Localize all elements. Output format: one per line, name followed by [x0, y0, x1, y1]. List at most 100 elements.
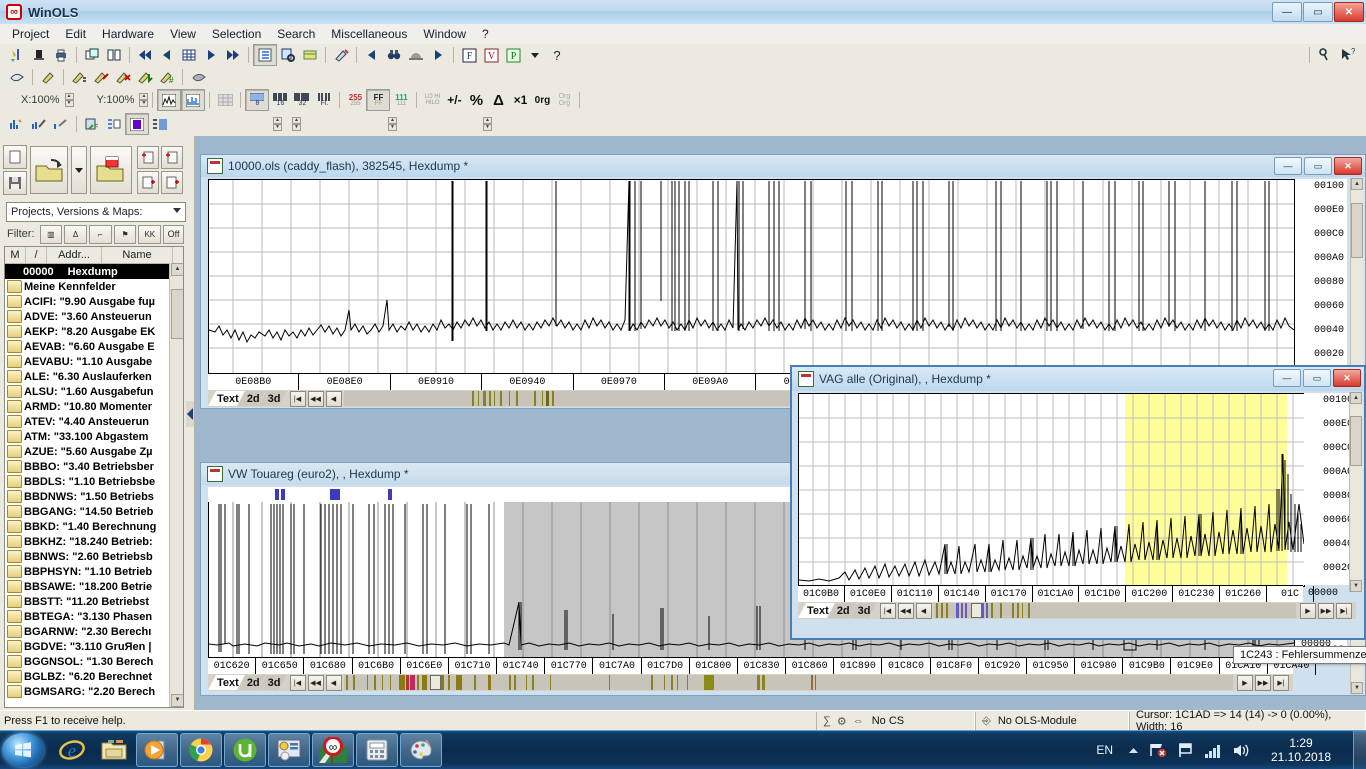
filter-kk-button[interactable]: KK	[138, 224, 162, 244]
import-project-icon[interactable]	[90, 146, 132, 194]
scroll-down-arrow[interactable]: ▼	[1351, 682, 1363, 694]
nav-pageback-button[interactable]: ◀◀	[897, 602, 914, 619]
taskbar-media-player-icon[interactable]	[136, 733, 178, 767]
hexdump-plot-vag-alle[interactable]	[798, 393, 1305, 587]
nav-pageforward-button[interactable]: ▶▶	[1255, 674, 1271, 691]
marker-delete-icon[interactable]	[112, 67, 134, 87]
maximize-button[interactable]: ▭	[1303, 2, 1333, 22]
filter-delta-button[interactable]: Δ	[64, 224, 87, 244]
scroll-thumb[interactable]	[429, 675, 441, 690]
tree-row[interactable]: ARMD: "10.80 Momenter	[5, 399, 183, 414]
scroll-down-arrow[interactable]: ▼	[1350, 580, 1362, 592]
scroll-thumb[interactable]	[1350, 416, 1362, 466]
nav-pageforward-button[interactable]: ▶▶	[1318, 602, 1334, 619]
taskbar-paint-icon[interactable]	[400, 733, 442, 767]
tree-row[interactable]: BBTEGA: "3.130 Phasen	[5, 609, 183, 624]
nav-pageback-button[interactable]: ◀◀	[307, 674, 324, 691]
stepper-d[interactable]: ▲ ▼	[483, 117, 492, 131]
tree-row[interactable]: BBDLS: "1.10 Betriebsbe	[5, 474, 183, 489]
horizontal-scroll-track[interactable]	[933, 603, 1296, 618]
hat-icon[interactable]	[405, 45, 427, 65]
horizontal-scroll-track[interactable]	[343, 675, 1233, 690]
menu-item-miscellaneous[interactable]: Miscellaneous	[323, 25, 415, 43]
lohi-icon[interactable]: LO HI HILO	[421, 90, 443, 110]
checksum-pen-icon[interactable]	[330, 45, 352, 65]
save-file-icon[interactable]	[3, 171, 27, 195]
tree-col-name[interactable]: Name	[102, 247, 173, 263]
tree-row[interactable]: AEVAB: "6.60 Ausgabe E	[5, 339, 183, 354]
add-version-icon[interactable]	[137, 146, 159, 169]
chart-icon[interactable]	[6, 114, 28, 134]
dec255-icon[interactable]: 255 255	[344, 90, 366, 110]
menu-item-search[interactable]: Search	[269, 25, 323, 43]
tree-row[interactable]: BBSTT: "11.20 Betriebst	[5, 594, 183, 609]
graph-bar-icon[interactable]	[181, 89, 206, 111]
tree-row[interactable]: AEKP: "8.20 Ausgabe EK	[5, 324, 183, 339]
chart-pen-icon[interactable]	[28, 114, 50, 134]
splitter-collapse-arrow[interactable]	[186, 401, 194, 427]
nav-back-button[interactable]: ◀	[915, 602, 932, 619]
stepper-c[interactable]: ▲ ▼	[388, 117, 397, 131]
menu-item-project[interactable]: Project	[4, 25, 57, 43]
filter-data-button[interactable]: ▥	[39, 224, 63, 244]
chevron-down-icon[interactable]	[524, 45, 546, 65]
hexff-icon[interactable]: FF FF	[366, 89, 391, 111]
search-map-icon[interactable]	[277, 45, 299, 65]
tree-row[interactable]: BBKHZ: "18.240 Betrieb:	[5, 534, 183, 549]
marker-green-icon[interactable]	[134, 67, 156, 87]
scroll-down-arrow[interactable]: ▼	[171, 694, 183, 707]
menu-item-window[interactable]: Window	[415, 25, 474, 43]
copy-window-icon[interactable]	[81, 45, 103, 65]
scroll-thumb[interactable]	[970, 603, 982, 618]
menu-item-help[interactable]: ?	[474, 25, 497, 43]
tree-row[interactable]: BGGNSOL: "1.30 Berech	[5, 654, 183, 669]
tree-row[interactable]: BBGANG: "14.50 Betrieb	[5, 504, 183, 519]
nav-first-button[interactable]: |◀	[879, 602, 896, 619]
tree-row[interactable]: AEVABU: "1.10 Ausgabe	[5, 354, 183, 369]
stepper-a[interactable]: ▲ ▼	[273, 117, 282, 131]
flag-p-icon[interactable]: P	[502, 45, 524, 65]
marker-equal-icon[interactable]	[68, 67, 90, 87]
zoom-y-stepper[interactable]: ▲ ▼	[139, 93, 149, 107]
vertical-scrollbar-vag-alle[interactable]: ▲ ▼	[1349, 392, 1363, 592]
taskbar-utorrent-icon[interactable]	[224, 733, 266, 767]
filter-sort-button[interactable]: ⌐	[88, 224, 112, 244]
table-grey-icon[interactable]	[214, 90, 236, 110]
zoom-x-stepper[interactable]: ▲ ▼	[64, 93, 74, 107]
float-icon[interactable]: Fl.	[313, 90, 335, 110]
tree-row[interactable]: ALSU: "1.60 Ausgabefun	[5, 384, 183, 399]
tree-row[interactable]: ATM: "33.100 Abgastem	[5, 429, 183, 444]
binocular-icon[interactable]	[383, 45, 405, 65]
checksum-status[interactable]: ∑ ⚙ ⇔ No CS	[816, 712, 975, 730]
document-window-vag-alle[interactable]: VAG alle (Original), , Hexdump * — ▭ ✕ 0…	[790, 365, 1366, 664]
last-record-icon[interactable]	[222, 45, 244, 65]
scroll-up-arrow[interactable]: ▲	[171, 263, 183, 276]
start-orb-icon[interactable]	[2, 733, 44, 767]
help-key-icon[interactable]	[1314, 45, 1336, 65]
orgorg-icon[interactable]: Org Org	[553, 90, 575, 110]
first-record-icon[interactable]	[134, 45, 156, 65]
tree-row[interactable]: BBNWS: "2.60 Betriebsb	[5, 549, 183, 564]
print-icon[interactable]	[50, 45, 72, 65]
minimize-button[interactable]: —	[1274, 157, 1302, 175]
export-version-icon[interactable]	[137, 171, 159, 194]
menu-item-edit[interactable]: Edit	[57, 25, 94, 43]
compare-icon[interactable]	[103, 45, 125, 65]
nav-forward-button[interactable]: ▶	[1237, 674, 1253, 691]
volume-icon[interactable]	[1232, 743, 1250, 758]
scroll-up-arrow[interactable]: ▲	[1350, 392, 1362, 404]
new-file-icon[interactable]	[3, 145, 27, 169]
taskbar-calculator-icon[interactable]	[356, 733, 398, 767]
filter-flag-button[interactable]: ⚑	[113, 224, 137, 244]
taskbar-tuner-icon[interactable]	[268, 733, 310, 767]
signal-icon[interactable]	[1204, 743, 1222, 758]
menu-item-view[interactable]: View	[162, 25, 204, 43]
taskbar-winols-icon[interactable]: ∞	[312, 733, 354, 767]
close-button[interactable]: ✕	[1334, 2, 1364, 22]
tree-row[interactable]: ALE: "6.30 Auslauferken	[5, 369, 183, 384]
help-pointer-icon[interactable]: ?	[1336, 45, 1358, 65]
archive-icon[interactable]	[299, 45, 321, 65]
nav-first-button[interactable]: |◀	[289, 390, 306, 407]
tree-row[interactable]: BBDNWS: "1.50 Betriebs	[5, 489, 183, 504]
project-scope-combobox[interactable]: Projects, Versions & Maps:	[6, 202, 186, 222]
